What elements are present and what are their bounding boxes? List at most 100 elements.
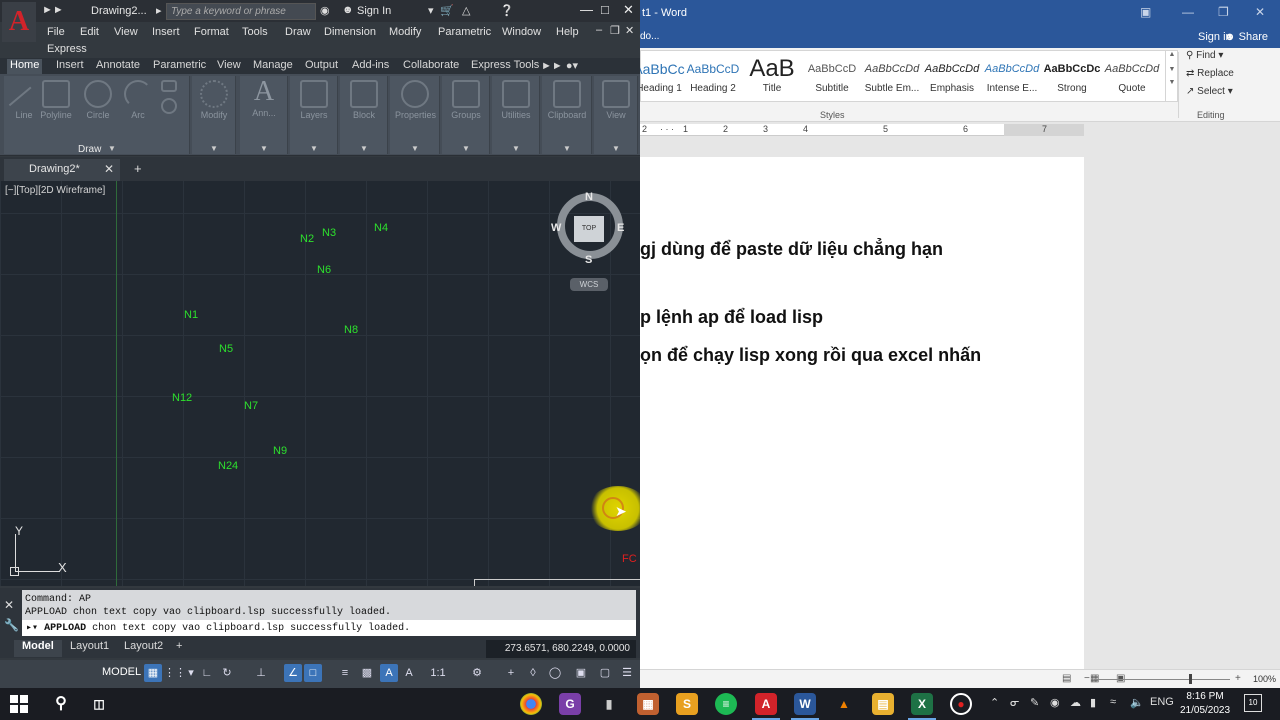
settings-gear-icon[interactable]: ⚙ xyxy=(468,664,486,682)
close-command-icon[interactable]: ✕ xyxy=(4,598,14,612)
node-label[interactable]: N3 xyxy=(322,227,336,239)
node-label[interactable]: N9 xyxy=(273,445,287,457)
wifi-icon[interactable]: ≈ xyxy=(1110,696,1116,708)
ortho-icon[interactable]: ∟ xyxy=(198,664,216,682)
taskbar-clock[interactable]: 8:16 PM 21/05/2023 xyxy=(1180,690,1230,718)
menu-restore-icon[interactable]: ❐ xyxy=(610,24,620,37)
tab-home[interactable]: Home xyxy=(7,59,43,74)
node-label[interactable]: N2 xyxy=(300,233,314,245)
close-button[interactable]: ✕ xyxy=(623,2,634,18)
utilities-panel[interactable]: Utilities ▼ xyxy=(492,76,540,154)
windows-start-icon[interactable] xyxy=(10,695,28,713)
styles-scroll[interactable]: ▲ ▼ ▼ xyxy=(1165,51,1178,101)
block-expand-icon[interactable]: ▼ xyxy=(360,144,368,153)
compass-south[interactable]: S xyxy=(585,254,592,266)
properties-panel[interactable]: Properties ▼ xyxy=(390,76,440,154)
style-emphasis[interactable]: AaBbCcDd Emphasis xyxy=(922,55,982,94)
tab-view[interactable]: View xyxy=(214,59,244,71)
circle-tool[interactable]: Circle xyxy=(78,80,118,120)
clipboard-tool[interactable]: Clipboard xyxy=(547,80,587,120)
search-input[interactable]: Type a keyword or phrase xyxy=(166,3,316,20)
lineweight-icon[interactable]: ≡ xyxy=(336,664,354,682)
menu-file[interactable]: File xyxy=(47,26,65,38)
tab-model[interactable]: Model xyxy=(14,640,62,657)
maximize-button[interactable]: □ xyxy=(601,2,609,17)
style-title[interactable]: AaB Title xyxy=(742,55,802,94)
tray-b-icon[interactable]: ᓂ xyxy=(1010,696,1019,709)
scroll-down-icon[interactable]: ▼ xyxy=(1166,66,1178,73)
customization-menu-icon[interactable]: ☰ xyxy=(618,664,636,682)
block-tool[interactable]: Block xyxy=(344,80,384,120)
clipboard-expand-icon[interactable]: ▼ xyxy=(563,144,571,153)
groups-panel[interactable]: Groups ▼ xyxy=(442,76,490,154)
viewport-controls[interactable]: [−][Top][2D Wireframe] xyxy=(5,185,105,196)
fullscreen-icon[interactable]: ▢ xyxy=(596,664,614,682)
node-label[interactable]: N5 xyxy=(219,343,233,355)
tab-collaborate[interactable]: Collaborate xyxy=(400,59,462,71)
zoom-slider-track[interactable] xyxy=(1094,679,1230,680)
tab-annotate[interactable]: Annotate xyxy=(93,59,143,71)
network-icon[interactable]: △ xyxy=(462,4,470,17)
menu-window[interactable]: Window xyxy=(502,26,541,38)
style-intense-emphasis[interactable]: AaBbCcDd Intense E... xyxy=(982,55,1042,94)
layers-tool[interactable]: Layers xyxy=(294,80,334,120)
tab-manage[interactable]: Manage xyxy=(250,59,296,71)
help-icon[interactable]: ❔ xyxy=(500,4,514,17)
utilities-tool[interactable]: Utilities xyxy=(496,80,536,120)
draw-group-label[interactable]: Draw xyxy=(78,144,101,155)
annotation-scale-dropdown[interactable]: 1:1 xyxy=(424,664,452,682)
menu-help[interactable]: Help xyxy=(556,26,579,38)
isolate-objects-icon[interactable]: ◊ xyxy=(524,664,542,682)
close-tab-icon[interactable]: ✕ xyxy=(104,162,114,176)
add-layout-button[interactable]: + xyxy=(168,640,190,652)
replace-button[interactable]: ⇄ Replace xyxy=(1186,68,1234,86)
view-tool[interactable]: View xyxy=(596,80,636,120)
object-snap-tracking-icon[interactable]: ∠ xyxy=(284,664,302,682)
polyline-tool[interactable]: Polyline xyxy=(36,80,76,120)
binoculars-icon[interactable]: ◉ xyxy=(320,4,330,17)
node-label[interactable]: N24 xyxy=(218,460,238,472)
autocad-logo[interactable]: A xyxy=(2,2,36,42)
properties-tool[interactable]: Properties xyxy=(395,80,436,120)
document-page[interactable]: gj dùng để paste dữ liệu chẳng hạn p lện… xyxy=(640,157,1084,677)
usb-icon[interactable]: ▮ xyxy=(598,693,620,715)
zoom-in-icon[interactable]: + xyxy=(1235,673,1241,684)
model-space-button[interactable]: MODEL xyxy=(102,666,141,678)
spotify-icon[interactable]: ≡ xyxy=(715,693,737,715)
scroll-up-icon[interactable]: ▲ xyxy=(1166,51,1178,58)
clipboard-panel[interactable]: Clipboard ▼ xyxy=(542,76,592,154)
word-close-button[interactable]: ✕ xyxy=(1255,5,1265,19)
vlc-icon[interactable]: ▲ xyxy=(833,693,855,715)
draw-group-expand-icon[interactable]: ▼ xyxy=(108,144,116,153)
polar-icon[interactable]: ↻ xyxy=(218,664,236,682)
file-tab-drawing2[interactable]: Drawing2* ✕ xyxy=(4,159,120,181)
new-tab-button[interactable]: + xyxy=(134,161,142,176)
view-expand-icon[interactable]: ▼ xyxy=(612,144,620,153)
word-taskbar-icon[interactable]: W xyxy=(794,693,816,715)
tab-insert[interactable]: Insert xyxy=(53,59,87,71)
node-label[interactable]: N6 xyxy=(317,264,331,276)
zoom-slider-thumb[interactable] xyxy=(1189,674,1192,684)
coordinate-readout[interactable]: 273.6571, 680.2249, 0.0000 xyxy=(486,640,636,658)
sublime-icon[interactable]: S xyxy=(676,693,698,715)
menu-express[interactable]: Express xyxy=(47,43,87,55)
tell-me-input[interactable]: do... xyxy=(640,31,659,42)
share-button[interactable]: ☻ Share xyxy=(1224,31,1268,43)
file-explorer-icon[interactable]: ▤ xyxy=(872,693,894,715)
node-label[interactable]: N4 xyxy=(374,222,388,234)
node-label[interactable]: N7 xyxy=(244,400,258,412)
style-heading-2[interactable]: AaBbCcD Heading 2 xyxy=(683,55,743,94)
menu-minimize-icon[interactable]: – xyxy=(596,24,602,36)
command-line-input[interactable]: ▸▾ APPLOAD chon text copy vao clipboard.… xyxy=(22,620,636,636)
tab-output[interactable]: Output xyxy=(302,59,341,71)
viewcube-top-face[interactable]: TOP xyxy=(574,216,604,242)
dropdown-arrow-icon[interactable]: ▾ xyxy=(428,4,434,17)
style-heading-1[interactable]: AaBbCc Heading 1 xyxy=(640,55,689,94)
battery-icon[interactable]: ▮ xyxy=(1090,696,1096,709)
annotation-visibility-icon[interactable]: A xyxy=(380,664,398,682)
chrome-icon[interactable] xyxy=(520,693,542,715)
block-panel[interactable]: Block ▼ xyxy=(340,76,388,154)
ribbon-overflow-icon[interactable]: ►► ●▾ xyxy=(538,59,581,72)
read-mode-icon[interactable]: ▤ xyxy=(1062,673,1071,684)
tab-layout1[interactable]: Layout1 xyxy=(62,640,117,652)
